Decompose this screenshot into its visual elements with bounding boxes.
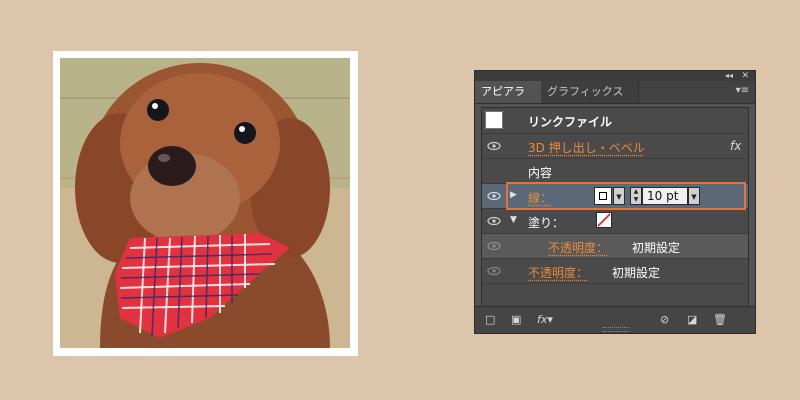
new-art-stroke-icon[interactable]: □ xyxy=(485,313,495,326)
dog-photo[interactable] xyxy=(60,58,350,348)
eye-icon[interactable] xyxy=(486,214,502,228)
stroke-label[interactable]: 線： xyxy=(528,189,552,206)
object-title: リンクファイル xyxy=(528,115,613,129)
clear-appearance-icon[interactable]: ⊘ xyxy=(660,313,669,326)
stroke-weight-input[interactable]: 10 pt xyxy=(642,187,688,205)
panel-bottom-toolbar: □ ▣ fx▾ ⊘ ◪ 🗑 xyxy=(475,306,755,333)
opacity-value: 初期設定 xyxy=(612,266,661,280)
none-slash-icon xyxy=(597,213,611,227)
appearance-list: リンクファイル 3D 押し出し・ベベル fx 内容 ▶ 線： ▼ ▲ ▼ 10 … xyxy=(481,107,749,307)
tab-graphic-styles[interactable]: グラフィックスタイル xyxy=(541,81,639,120)
stroke-row[interactable]: ▶ 線： ▼ ▲ ▼ 10 pt ▼ xyxy=(482,182,748,210)
contents-label: 内容 xyxy=(528,166,553,180)
panel-tabs: アピアランス グラフィックスタイル ▾≡ xyxy=(475,81,755,120)
duplicate-item-icon[interactable]: ◪ xyxy=(687,313,697,326)
stroke-color-swatch[interactable] xyxy=(594,187,612,205)
trash-icon[interactable]: 🗑 xyxy=(713,313,727,326)
panel-menu-icon[interactable]: ▾≡ xyxy=(736,85,749,96)
eye-icon[interactable] xyxy=(486,189,502,203)
fill-label: 塗り： xyxy=(528,216,565,230)
panel-title-bar[interactable]: ◂◂ ✕ xyxy=(475,71,755,81)
stroke-color-dropdown[interactable]: ▼ xyxy=(613,187,625,205)
opacity-row[interactable]: 不透明度： 初期設定 xyxy=(482,259,748,284)
stroke-weight-stepper[interactable]: ▲ ▼ xyxy=(630,187,642,205)
close-icon[interactable]: ✕ xyxy=(741,71,749,81)
fill-opacity-value: 初期設定 xyxy=(632,241,681,255)
fill-none-swatch[interactable] xyxy=(596,212,612,228)
contents-row[interactable]: 内容 xyxy=(482,159,748,184)
eye-icon-dim[interactable] xyxy=(486,264,502,278)
fill-row[interactable]: ▼ 塗り： xyxy=(482,209,748,234)
tab-appearance[interactable]: アピアランス xyxy=(475,81,541,120)
collapse-icon[interactable]: ◂◂ xyxy=(725,71,733,81)
fx-menu-icon[interactable]: fx▾ xyxy=(537,313,553,326)
resize-grip[interactable] xyxy=(603,327,629,332)
expand-triangle-icon[interactable]: ▶ xyxy=(510,190,517,200)
stroke-weight-dropdown[interactable]: ▼ xyxy=(688,187,700,205)
new-art-fill-icon[interactable]: ▣ xyxy=(511,313,521,326)
collapse-triangle-icon[interactable]: ▼ xyxy=(510,215,517,225)
photo-card xyxy=(53,51,358,356)
fill-opacity-label[interactable]: 不透明度： xyxy=(548,239,608,256)
opacity-label[interactable]: 不透明度： xyxy=(528,264,588,281)
object-row[interactable]: リンクファイル xyxy=(482,108,748,134)
eye-icon[interactable] xyxy=(486,139,502,153)
fill-opacity-row[interactable]: 不透明度： 初期設定 xyxy=(482,234,748,259)
eye-icon-dim[interactable] xyxy=(486,239,502,253)
object-thumbnail xyxy=(485,111,503,129)
effect-label[interactable]: 3D 押し出し・ベベル xyxy=(528,139,645,156)
fx-icon[interactable]: fx xyxy=(730,139,741,153)
effect-row[interactable]: 3D 押し出し・ベベル fx xyxy=(482,134,748,159)
appearance-panel: ◂◂ ✕ アピアランス グラフィックスタイル ▾≡ リンクファイル 3D 押し出… xyxy=(474,70,756,334)
